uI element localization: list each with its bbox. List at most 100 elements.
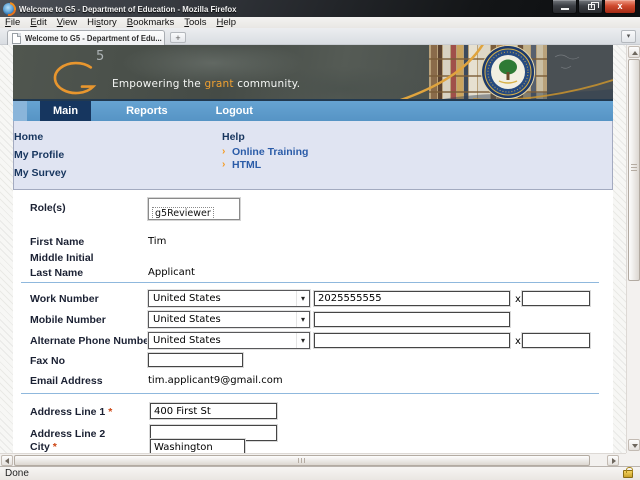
help-header: Help xyxy=(222,131,245,143)
tagline-pre: Empowering the xyxy=(112,78,204,90)
mobile-number-label: Mobile Number xyxy=(30,314,106,326)
profile-form: Role(s) g5Reviewer First Name Tim Middle… xyxy=(13,190,613,453)
vertical-scrollbar[interactable] xyxy=(626,45,640,453)
roles-label: Role(s) xyxy=(30,202,66,214)
alternate-extension-input[interactable] xyxy=(522,333,590,348)
middle-initial-label: Middle Initial xyxy=(30,252,94,264)
link-online-training[interactable]: Online Training xyxy=(232,146,308,158)
page-content: 5 Empowering the grant community. Main R… xyxy=(13,45,613,453)
last-name-label: Last Name xyxy=(30,267,83,279)
roles-listbox[interactable]: g5Reviewer xyxy=(148,198,240,220)
g5-logo: 5 xyxy=(55,49,104,93)
thumb-grip xyxy=(631,164,637,171)
link-home[interactable]: Home xyxy=(14,131,43,143)
section-divider xyxy=(21,393,599,394)
lock-icon xyxy=(623,470,633,478)
scroll-left-button[interactable] xyxy=(1,455,13,466)
menu-item-history[interactable]: History xyxy=(82,17,122,28)
nav-tab-logout[interactable]: Logout xyxy=(203,101,266,121)
alternate-country-value: United States xyxy=(153,335,221,346)
tab-title: Welcome to G5 - Department of Edu... xyxy=(25,33,162,43)
chevron-down-icon: ▾ xyxy=(296,333,309,348)
city-input[interactable] xyxy=(150,439,245,453)
address1-label-text: Address Line 1 xyxy=(30,406,105,418)
scroll-down-button[interactable] xyxy=(628,439,640,451)
site-banner: 5 Empowering the grant community. xyxy=(13,45,613,99)
menu-item-edit[interactable]: Edit xyxy=(25,17,51,28)
work-extension-input[interactable] xyxy=(522,291,590,306)
nav-tab-main[interactable]: Main xyxy=(40,101,91,121)
primary-nav: Main Reports Logout xyxy=(13,99,613,121)
work-country-value: United States xyxy=(153,293,221,304)
first-name-value: Tim xyxy=(148,236,166,247)
menu-item-tools[interactable]: Tools xyxy=(179,17,211,28)
nav-corner-decoration xyxy=(13,101,27,121)
menu-bar: FileEditViewHistoryBookmarksToolsHelp xyxy=(0,17,640,28)
menu-item-help[interactable]: Help xyxy=(211,17,241,28)
tagline-accent: grant xyxy=(204,78,233,90)
required-asterisk: * xyxy=(53,441,57,453)
minimize-icon xyxy=(561,8,569,10)
required-asterisk: * xyxy=(108,406,112,418)
section-divider xyxy=(21,282,599,283)
menu-item-view[interactable]: View xyxy=(52,17,82,28)
chevron-down-icon: ▾ xyxy=(296,312,309,327)
page-background: 5 Empowering the grant community. Main R… xyxy=(0,45,640,453)
horizontal-scroll-thumb[interactable] xyxy=(14,455,590,466)
fax-input[interactable] xyxy=(148,353,243,367)
work-number-label: Work Number xyxy=(30,293,99,305)
tagline-post: community. xyxy=(234,78,301,90)
restore-icon xyxy=(588,4,595,10)
arrow-down-icon xyxy=(632,444,638,448)
arrow-up-icon xyxy=(632,51,638,55)
menu-item-file[interactable]: File xyxy=(0,17,25,28)
minimize-button[interactable] xyxy=(552,0,577,14)
work-country-select[interactable]: United States ▾ xyxy=(148,290,310,307)
address1-label: Address Line 1 * xyxy=(30,406,112,418)
work-number-input[interactable] xyxy=(314,291,510,306)
thumb-grip xyxy=(298,458,306,463)
scroll-up-button[interactable] xyxy=(628,46,640,58)
restore-button[interactable] xyxy=(578,0,603,14)
email-label: Email Address xyxy=(30,375,103,387)
roles-option[interactable]: g5Reviewer xyxy=(152,207,214,220)
scroll-right-button[interactable] xyxy=(607,455,619,466)
chevron-down-icon: ▾ xyxy=(296,291,309,306)
alternate-number-label: Alternate Phone Number xyxy=(30,335,153,347)
link-arrow-icon: › xyxy=(222,146,225,157)
link-arrow-icon: › xyxy=(222,159,225,170)
close-icon: x xyxy=(605,0,635,13)
link-my-profile[interactable]: My Profile xyxy=(14,149,64,161)
link-my-survey[interactable]: My Survey xyxy=(14,167,67,179)
horizontal-scrollbar[interactable] xyxy=(0,453,626,466)
status-bar: Done xyxy=(0,466,640,480)
banner-art: 5 xyxy=(13,45,613,99)
list-all-tabs-button[interactable]: ▾ xyxy=(621,30,636,43)
address2-label: Address Line 2 xyxy=(30,428,105,440)
link-html[interactable]: HTML xyxy=(232,159,261,171)
vertical-scroll-thumb[interactable] xyxy=(628,59,640,281)
first-name-label: First Name xyxy=(30,236,84,248)
mobile-number-input[interactable] xyxy=(314,312,510,327)
mobile-country-select[interactable]: United States ▾ xyxy=(148,311,310,328)
firefox-icon xyxy=(3,3,15,15)
title-bar: Welcome to G5 - Department of Education … xyxy=(0,0,640,17)
scrollbar-corner xyxy=(626,453,640,466)
close-button[interactable]: x xyxy=(604,0,636,14)
arrow-right-icon xyxy=(612,458,616,464)
city-label-text: City xyxy=(30,441,50,453)
menu-item-bookmarks[interactable]: Bookmarks xyxy=(122,17,180,28)
browser-tab-active[interactable]: Welcome to G5 - Department of Edu... xyxy=(7,30,165,45)
education-seal-icon xyxy=(482,46,535,99)
quick-links-panel: Home My Profile My Survey Help › Online … xyxy=(13,121,613,190)
nav-tab-reports[interactable]: Reports xyxy=(113,101,181,121)
page-icon xyxy=(12,33,21,44)
alternate-country-select[interactable]: United States ▾ xyxy=(148,332,310,349)
tab-strip: Welcome to G5 - Department of Edu... + ▾ xyxy=(0,28,640,45)
window-title: Welcome to G5 - Department of Education … xyxy=(19,4,237,14)
mobile-country-value: United States xyxy=(153,314,221,325)
status-text: Done xyxy=(0,468,29,479)
address1-input[interactable] xyxy=(150,403,277,419)
new-tab-button[interactable]: + xyxy=(170,32,186,43)
alternate-number-input[interactable] xyxy=(314,333,510,348)
